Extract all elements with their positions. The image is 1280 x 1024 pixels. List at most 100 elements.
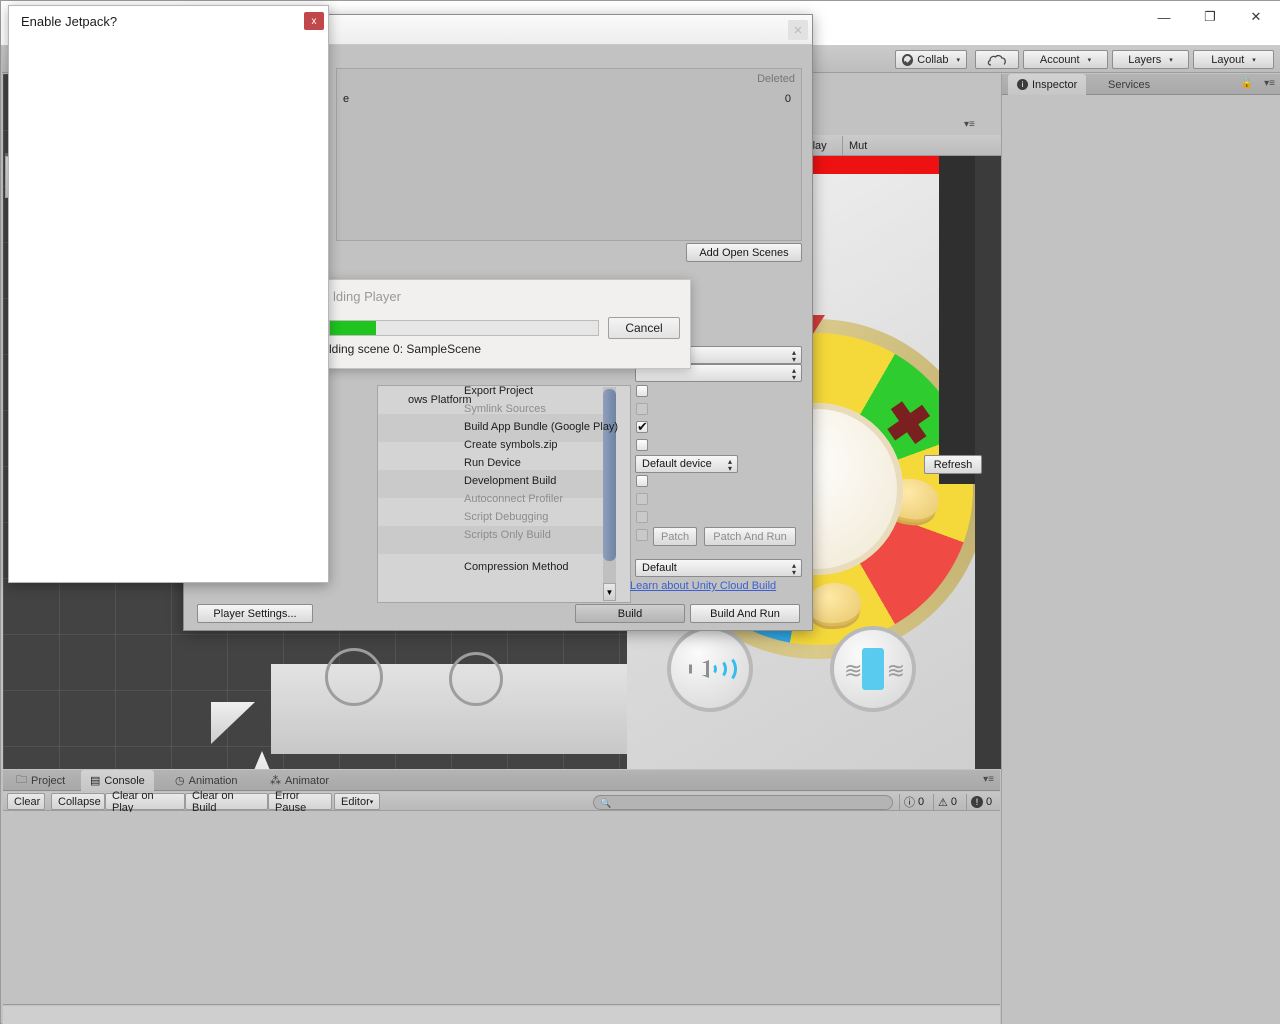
tab-console[interactable]: ▤ Console [81, 770, 154, 791]
build-button[interactable]: Build [575, 604, 685, 623]
chevron-down-icon[interactable]: ▼ [603, 583, 616, 601]
tab-animator[interactable]: ⁂ Animator [261, 770, 338, 791]
tab-console-label: Console [104, 774, 145, 787]
progress-status-text: lding scene 0: SampleScene [329, 342, 482, 356]
warning-icon: ⚠ [938, 796, 948, 809]
inspector-menu-icon[interactable]: ▾≡ [1264, 78, 1275, 89]
player-settings-button[interactable]: Player Settings... [197, 604, 313, 623]
tab-animator-label: Animator [285, 774, 330, 787]
warning-count-value: 0 [950, 796, 957, 808]
option-checkbox-export-project[interactable] [636, 385, 648, 397]
build-progress-dialog: lding Player Cancel lding scene 0: Sampl… [326, 279, 691, 369]
clear-on-build-button[interactable]: Clear on Build [185, 790, 268, 814]
editor-label: Editor [341, 795, 370, 808]
option-checkbox-scripts-only-build [636, 529, 648, 541]
option-checkbox-build-app-bundle[interactable] [636, 419, 648, 435]
tab-inspector[interactable]: i Inspector [1008, 74, 1087, 95]
patch-and-run-button: Patch And Run [704, 527, 796, 546]
collab-check-icon [902, 53, 914, 66]
console-toolbar: Clear Collapse Clear on Play Clear on Bu… [3, 790, 1000, 814]
window-close-button[interactable]: ✕ [1233, 1, 1279, 33]
layers-label: Layers [1128, 53, 1162, 66]
enable-jetpack-dialog: Enable Jetpack? x [8, 5, 329, 583]
game-view-menu-icon[interactable]: ▾≡ [964, 119, 975, 130]
progress-bar-track [329, 320, 599, 336]
tab-services[interactable]: Services [1099, 74, 1159, 95]
progress-bar-fill [330, 321, 376, 335]
scenes-list-header: Deleted [757, 73, 795, 85]
folder-icon: 🗀 [16, 774, 27, 786]
refresh-devices-button[interactable]: Refresh [924, 455, 982, 474]
patch-button: Patch [653, 527, 697, 546]
error-icon: ! [971, 796, 983, 808]
scene-row-label: e [343, 93, 350, 105]
collapse-button[interactable]: Collapse [51, 793, 105, 810]
inspector-tabbar: i Inspector Services 🔒 ▾≡ [1002, 74, 1280, 95]
log-count-value: 0 [918, 796, 925, 808]
window-maximize-button[interactable]: ❐ [1187, 1, 1233, 33]
progress-cancel-button[interactable]: Cancel [608, 317, 680, 339]
clear-on-play-button[interactable]: Clear on Play [105, 790, 185, 814]
run-device-dropdown[interactable]: Default device ▴ ▾ [635, 455, 738, 473]
mute-audio-button[interactable]: Mut [842, 136, 873, 155]
layout-button[interactable]: Layout ▾ [1193, 50, 1274, 69]
log-icon: ⓘ [904, 797, 915, 809]
unity-cloud-build-link[interactable]: Learn about Unity Cloud Build [630, 580, 776, 592]
search-icon: 🔍 [600, 798, 612, 808]
speaker-icon [687, 652, 737, 686]
console-panel: 🗀 Project ▤ Console ◷ Animation ⁂ Animat… [3, 770, 1000, 1024]
run-device-label: Run Device [464, 457, 521, 469]
info-icon: i [1017, 79, 1028, 90]
add-open-scenes-button[interactable]: Add Open Scenes [686, 243, 802, 262]
console-log-list[interactable] [3, 812, 1000, 1005]
scene-row-index: 0 [784, 93, 791, 105]
run-device-value: Default device [642, 458, 712, 470]
tab-animation[interactable]: ◷ Animation [166, 770, 247, 791]
log-count[interactable]: ⓘ 0 [899, 794, 928, 810]
tab-project-label: Project [31, 774, 66, 787]
chevron-down-icon: ▾ [956, 56, 960, 64]
compression-method-value: Default [642, 562, 677, 574]
platform-scrollbar-thumb[interactable] [603, 389, 616, 561]
progress-dialog-title: lding Player [333, 289, 401, 304]
console-menu-icon[interactable]: ▾≡ [983, 774, 994, 785]
error-pause-button[interactable]: Error Pause [268, 790, 332, 814]
jetpack-dialog-title: Enable Jetpack? [21, 14, 118, 29]
option-label-symlink-sources: Symlink Sources [464, 403, 546, 415]
cloud-button[interactable] [975, 50, 1019, 69]
jetpack-close-button[interactable]: x [304, 12, 324, 30]
editor-dropdown[interactable]: Editor ▾ [334, 793, 380, 810]
collab-label: Collab [917, 53, 949, 66]
collab-button[interactable]: Collab ▾ [895, 50, 967, 69]
compression-method-label: Compression Method [464, 561, 569, 573]
build-settings-close-button[interactable]: ✕ [788, 20, 808, 40]
tab-project[interactable]: 🗀 Project [7, 770, 74, 791]
scene-circle-1 [325, 648, 383, 706]
lock-icon[interactable]: 🔒 [1241, 78, 1253, 89]
layers-button[interactable]: Layers ▾ [1112, 50, 1189, 69]
error-count[interactable]: ! 0 [966, 794, 996, 810]
scene-circle-2 [449, 652, 503, 706]
search-input[interactable]: 🔍 [593, 795, 893, 810]
clear-button[interactable]: Clear [7, 793, 45, 810]
window-minimize-button[interactable]: — [1141, 1, 1187, 33]
option-checkbox-create-symbols-zip[interactable] [636, 439, 648, 451]
clock-icon: ◷ [175, 775, 185, 787]
vibrate-toggle-button[interactable]: ≋ ≋ [830, 626, 916, 712]
option-label-create-symbols-zip: Create symbols.zip [464, 439, 558, 451]
account-label: Account [1039, 53, 1080, 66]
option-checkbox-development-build[interactable] [636, 475, 648, 487]
sound-toggle-button[interactable] [667, 626, 753, 712]
inspector-panel: i Inspector Services 🔒 ▾≡ [1001, 74, 1280, 1024]
account-button[interactable]: Account ▾ [1023, 50, 1108, 69]
compression-method-dropdown[interactable]: Default ▴ ▾ [635, 559, 802, 577]
chevron-down-icon: ▾ [369, 798, 374, 806]
scenes-in-build-list[interactable]: Deleted e 0 [336, 68, 802, 241]
stepper-arrows-icon: ▴ ▾ [727, 457, 732, 473]
warning-count[interactable]: ⚠ 0 [933, 794, 961, 810]
build-and-run-button[interactable]: Build And Run [690, 604, 800, 623]
inspector-content [1002, 96, 1280, 1024]
option-label-autoconnect-profiler: Autoconnect Profiler [464, 493, 564, 505]
chevron-down-icon: ▾ [1252, 56, 1256, 64]
chevron-down-icon: ▾ [1087, 56, 1092, 64]
